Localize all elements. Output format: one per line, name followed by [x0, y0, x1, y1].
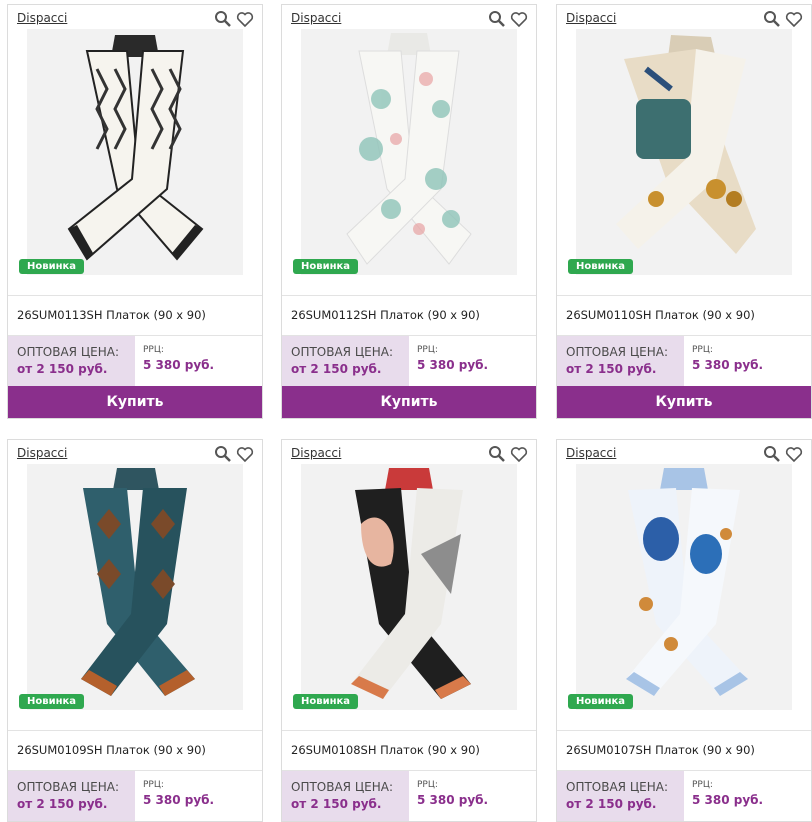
rrp-price: РРЦ: 5 380 руб. — [684, 771, 811, 821]
product-title[interactable]: 26SUM0113SH Платок (90 х 90) — [8, 296, 262, 336]
brand-link[interactable]: Dispacci — [566, 446, 616, 460]
new-badge: Новинка — [19, 259, 85, 274]
product-image[interactable] — [27, 29, 243, 275]
rrp-label: РРЦ: — [143, 345, 164, 355]
rrp-label: РРЦ: — [692, 345, 713, 355]
wholesale-label: ОПТОВАЯ ЦЕНА: — [17, 780, 120, 794]
product-card: Dispacci Новинка 26SUM0107SH Платок (90 … — [556, 439, 812, 822]
rrp-price: РРЦ: 5 380 руб. — [409, 336, 536, 386]
brand-link[interactable]: Dispacci — [17, 11, 67, 25]
price-block: ОПТОВАЯ ЦЕНА: от 2 150 руб. РРЦ: 5 380 р… — [557, 771, 811, 821]
search-icon[interactable] — [488, 445, 506, 463]
heart-icon[interactable] — [236, 10, 254, 28]
wholesale-label: ОПТОВАЯ ЦЕНА: — [291, 345, 394, 359]
search-icon[interactable] — [488, 10, 506, 28]
product-image-area: Dispacci Новинка — [8, 5, 262, 296]
heart-icon[interactable] — [236, 445, 254, 463]
product-title[interactable]: 26SUM0108SH Платок (90 х 90) — [282, 731, 536, 771]
wholesale-value: от 2 150 руб. — [291, 797, 382, 811]
wholesale-value: от 2 150 руб. — [17, 362, 108, 376]
product-image-area: Dispacci Новинка — [282, 440, 536, 731]
product-image[interactable] — [27, 464, 243, 710]
rrp-value: 5 380 руб. — [143, 358, 215, 372]
product-image[interactable] — [301, 464, 517, 710]
rrp-label: РРЦ: — [417, 345, 438, 355]
rrp-price: РРЦ: 5 380 руб. — [135, 336, 262, 386]
product-title[interactable]: 26SUM0109SH Платок (90 х 90) — [8, 731, 262, 771]
card-actions — [214, 10, 254, 28]
wholesale-price: ОПТОВАЯ ЦЕНА: от 2 150 руб. — [557, 336, 684, 386]
search-icon[interactable] — [763, 445, 781, 463]
wholesale-price: ОПТОВАЯ ЦЕНА: от 2 150 руб. — [557, 771, 684, 821]
buy-button[interactable]: Купить — [557, 386, 811, 418]
wholesale-value: от 2 150 руб. — [291, 362, 382, 376]
new-badge: Новинка — [568, 694, 634, 709]
heart-icon[interactable] — [510, 10, 528, 28]
rrp-price: РРЦ: 5 380 руб. — [135, 771, 262, 821]
product-card: Dispacci Новинка 26SUM0112SH Платок (90 … — [281, 4, 537, 419]
wholesale-value: от 2 150 руб. — [566, 362, 657, 376]
card-actions — [488, 445, 528, 463]
price-block: ОПТОВАЯ ЦЕНА: от 2 150 руб. РРЦ: 5 380 р… — [557, 336, 811, 386]
wholesale-price: ОПТОВАЯ ЦЕНА: от 2 150 руб. — [282, 336, 409, 386]
product-title[interactable]: 26SUM0107SH Платок (90 х 90) — [557, 731, 811, 771]
new-badge: Новинка — [568, 259, 634, 274]
product-image-area: Dispacci Новинка — [557, 5, 811, 296]
product-title[interactable]: 26SUM0112SH Платок (90 х 90) — [282, 296, 536, 336]
new-badge: Новинка — [293, 259, 359, 274]
card-actions — [763, 445, 803, 463]
wholesale-label: ОПТОВАЯ ЦЕНА: — [291, 780, 394, 794]
product-title[interactable]: 26SUM0110SH Платок (90 х 90) — [557, 296, 811, 336]
wholesale-price: ОПТОВАЯ ЦЕНА: от 2 150 руб. — [8, 336, 135, 386]
rrp-price: РРЦ: 5 380 руб. — [409, 771, 536, 821]
rrp-label: РРЦ: — [692, 780, 713, 790]
price-block: ОПТОВАЯ ЦЕНА: от 2 150 руб. РРЦ: 5 380 р… — [282, 771, 536, 821]
product-image[interactable] — [576, 29, 792, 275]
wholesale-value: от 2 150 руб. — [17, 797, 108, 811]
rrp-price: РРЦ: 5 380 руб. — [684, 336, 811, 386]
rrp-value: 5 380 руб. — [692, 358, 764, 372]
brand-link[interactable]: Dispacci — [291, 11, 341, 25]
product-image[interactable] — [576, 464, 792, 710]
search-icon[interactable] — [214, 10, 232, 28]
product-card: Dispacci Новинка — [7, 439, 263, 822]
brand-link[interactable]: Dispacci — [17, 446, 67, 460]
rrp-value: 5 380 руб. — [692, 793, 764, 807]
product-card: Dispacci Новинка 26SUM0108SH Платок (90 — [281, 439, 537, 822]
product-card: Dispacci Новинка — [7, 4, 263, 419]
rrp-label: РРЦ: — [417, 780, 438, 790]
product-card: Dispacci Новинка 26SUM0110SH Платок (90 — [556, 4, 812, 419]
new-badge: Новинка — [19, 694, 85, 709]
price-block: ОПТОВАЯ ЦЕНА: от 2 150 руб. РРЦ: 5 380 р… — [8, 336, 262, 386]
new-badge: Новинка — [293, 694, 359, 709]
rrp-value: 5 380 руб. — [143, 793, 215, 807]
heart-icon[interactable] — [785, 10, 803, 28]
card-actions — [488, 10, 528, 28]
product-image-area: Dispacci Новинка — [282, 5, 536, 296]
wholesale-label: ОПТОВАЯ ЦЕНА: — [17, 345, 120, 359]
brand-link[interactable]: Dispacci — [291, 446, 341, 460]
wholesale-value: от 2 150 руб. — [566, 797, 657, 811]
buy-button[interactable]: Купить — [8, 386, 262, 418]
price-block: ОПТОВАЯ ЦЕНА: от 2 150 руб. РРЦ: 5 380 р… — [282, 336, 536, 386]
price-block: ОПТОВАЯ ЦЕНА: от 2 150 руб. РРЦ: 5 380 р… — [8, 771, 262, 821]
buy-button[interactable]: Купить — [282, 386, 536, 418]
heart-icon[interactable] — [510, 445, 528, 463]
wholesale-price: ОПТОВАЯ ЦЕНА: от 2 150 руб. — [282, 771, 409, 821]
search-icon[interactable] — [214, 445, 232, 463]
product-image[interactable] — [301, 29, 517, 275]
product-image-area: Dispacci Новинка — [8, 440, 262, 731]
product-image-area: Dispacci Новинка — [557, 440, 811, 731]
card-actions — [763, 10, 803, 28]
rrp-label: РРЦ: — [143, 780, 164, 790]
rrp-value: 5 380 руб. — [417, 793, 489, 807]
brand-link[interactable]: Dispacci — [566, 11, 616, 25]
wholesale-label: ОПТОВАЯ ЦЕНА: — [566, 780, 669, 794]
search-icon[interactable] — [763, 10, 781, 28]
wholesale-label: ОПТОВАЯ ЦЕНА: — [566, 345, 669, 359]
heart-icon[interactable] — [785, 445, 803, 463]
wholesale-price: ОПТОВАЯ ЦЕНА: от 2 150 руб. — [8, 771, 135, 821]
card-actions — [214, 445, 254, 463]
rrp-value: 5 380 руб. — [417, 358, 489, 372]
